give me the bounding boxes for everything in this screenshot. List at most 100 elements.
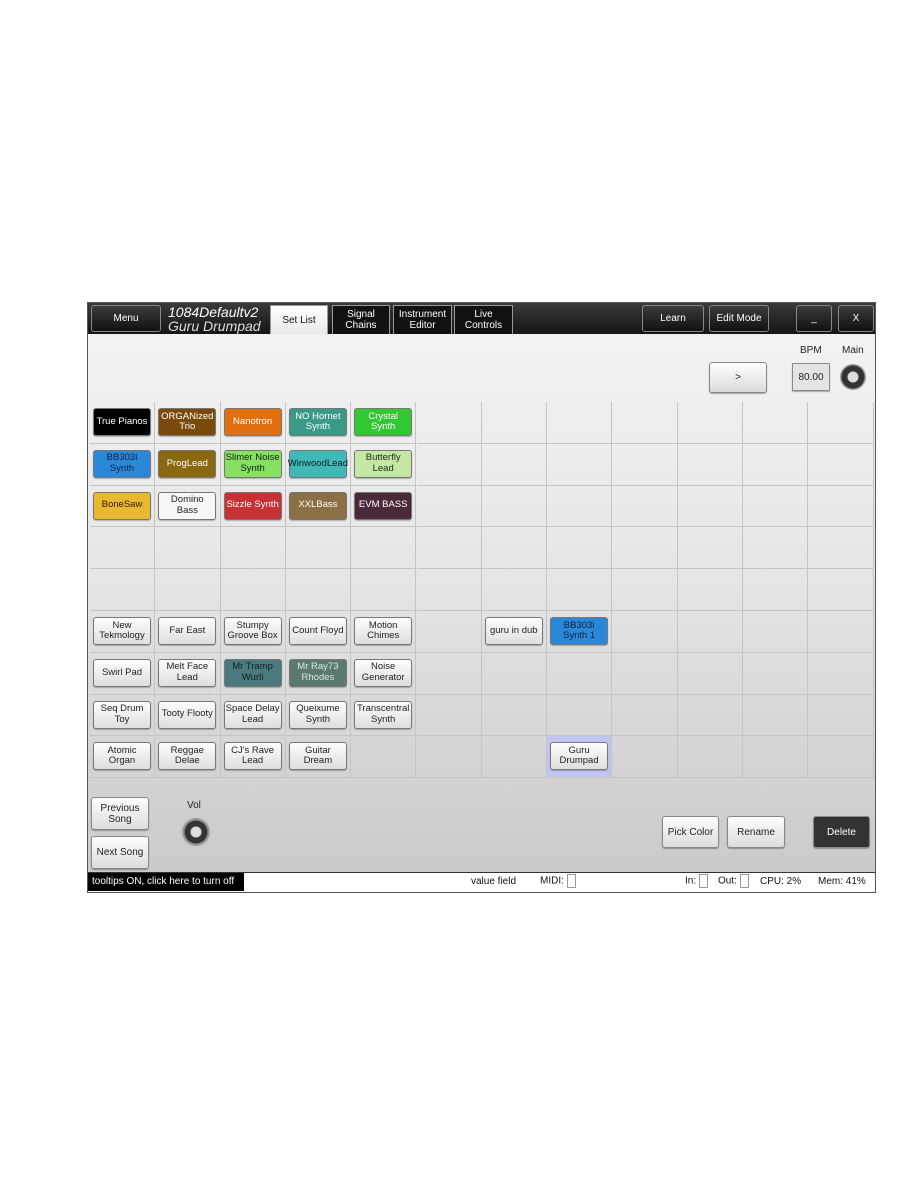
rename-button[interactable]: Rename — [727, 816, 785, 848]
grid-cell[interactable]: CJ's Rave Lead — [220, 736, 286, 779]
grid-cell[interactable] — [612, 485, 678, 528]
song-button[interactable]: Seq Drum Toy — [93, 700, 151, 729]
grid-cell[interactable] — [808, 652, 874, 695]
grid-cell[interactable] — [808, 611, 874, 653]
grid-cell[interactable] — [612, 569, 678, 611]
minimize-button[interactable]: _ — [796, 305, 832, 332]
song-button[interactable]: BoneSaw — [93, 491, 151, 520]
grid-cell[interactable]: Domino Bass — [155, 485, 221, 528]
grid-cell[interactable] — [155, 527, 221, 570]
song-button[interactable]: XXLBass — [288, 491, 347, 520]
song-button[interactable]: Transcentral Synth — [354, 700, 413, 729]
grid-cell[interactable] — [416, 569, 482, 611]
grid-cell[interactable] — [351, 569, 417, 611]
grid-cell[interactable]: Far East — [155, 611, 221, 653]
grid-cell[interactable] — [743, 611, 809, 653]
grid-cell[interactable] — [677, 402, 743, 444]
song-button[interactable]: Butterfly Lead — [354, 449, 413, 478]
grid-cell[interactable]: Noise Generator — [351, 652, 417, 695]
grid-cell[interactable] — [743, 569, 809, 611]
song-button[interactable]: True Pianos — [93, 408, 151, 436]
song-button[interactable]: Space Delay Lead — [223, 700, 282, 729]
grid-cell[interactable] — [481, 527, 548, 570]
grid-cell[interactable] — [743, 652, 809, 695]
grid-cell[interactable] — [677, 652, 743, 695]
grid-cell[interactable] — [612, 402, 678, 444]
grid-cell[interactable] — [677, 569, 743, 611]
grid-cell[interactable]: Swirl Pad — [90, 652, 156, 695]
grid-cell[interactable] — [547, 527, 613, 570]
grid-cell[interactable] — [612, 736, 678, 779]
grid-cell[interactable]: New Tekmology — [90, 611, 156, 653]
grid-cell[interactable]: Nanotron — [220, 402, 286, 444]
grid-cell[interactable] — [612, 443, 678, 486]
grid-cell[interactable]: Sizzle Synth — [220, 485, 286, 528]
grid-cell[interactable] — [547, 694, 613, 737]
song-button[interactable]: New Tekmology — [93, 617, 151, 645]
grid-cell[interactable] — [416, 694, 482, 737]
grid-cell[interactable]: Crystal Synth — [351, 402, 417, 444]
grid-cell[interactable] — [351, 736, 417, 779]
song-button[interactable]: guru in dub — [484, 617, 543, 645]
grid-cell[interactable] — [351, 527, 417, 570]
grid-cell[interactable]: Tooty Flooty — [155, 694, 221, 737]
grid-cell[interactable] — [481, 485, 548, 528]
grid-cell[interactable] — [481, 402, 548, 444]
grid-cell[interactable] — [90, 527, 156, 570]
grid-cell[interactable] — [677, 736, 743, 779]
grid-cell[interactable] — [481, 443, 548, 486]
grid-cell[interactable] — [612, 694, 678, 737]
grid-cell[interactable]: ORGANized Trio — [155, 402, 221, 444]
grid-cell[interactable] — [808, 527, 874, 570]
vol-knob[interactable] — [182, 818, 210, 846]
learn-button[interactable]: Learn — [642, 305, 704, 332]
grid-cell[interactable]: Atomic Organ — [90, 736, 156, 779]
grid-cell[interactable] — [677, 443, 743, 486]
grid-cell[interactable] — [547, 652, 613, 695]
song-button[interactable]: Crystal Synth — [354, 408, 413, 436]
previous-song-button[interactable]: Previous Song — [91, 797, 149, 830]
song-button[interactable]: Noise Generator — [354, 658, 413, 687]
grid-cell[interactable]: Seq Drum Toy — [90, 694, 156, 737]
song-button[interactable]: Count Floyd — [288, 617, 347, 645]
grid-cell[interactable] — [416, 443, 482, 486]
song-button[interactable]: NO Hornet Synth — [288, 408, 347, 436]
grid-cell[interactable] — [416, 611, 482, 653]
song-button[interactable]: Tooty Flooty — [158, 700, 217, 729]
grid-cell[interactable] — [677, 527, 743, 570]
grid-cell[interactable] — [416, 652, 482, 695]
song-button[interactable]: Mr Ray73 Rhodes — [288, 658, 347, 687]
grid-cell[interactable] — [155, 569, 221, 611]
grid-cell[interactable]: True Pianos — [90, 402, 156, 444]
grid-cell[interactable] — [743, 443, 809, 486]
close-button[interactable]: X — [838, 305, 874, 332]
grid-cell[interactable] — [547, 443, 613, 486]
grid-cell[interactable] — [416, 527, 482, 570]
song-button[interactable]: Nanotron — [223, 408, 282, 436]
grid-cell[interactable] — [677, 694, 743, 737]
grid-cell[interactable]: Space Delay Lead — [220, 694, 286, 737]
grid-cell[interactable] — [220, 569, 286, 611]
song-button[interactable]: ProgLead — [158, 449, 217, 478]
grid-cell[interactable]: Guru Drumpad — [547, 736, 613, 779]
song-button[interactable]: Mr Tramp Wurli — [223, 658, 282, 687]
grid-cell[interactable]: Stumpy Groove Box — [220, 611, 286, 653]
grid-cell[interactable] — [808, 569, 874, 611]
song-button[interactable]: BB303i Synth — [93, 449, 151, 478]
song-button[interactable]: Guitar Dream — [288, 742, 347, 771]
grid-cell[interactable]: XXLBass — [285, 485, 352, 528]
bpm-field[interactable]: 80.00 — [792, 363, 830, 391]
song-button[interactable]: Slimer Noise Synth — [223, 449, 282, 478]
grid-cell[interactable] — [481, 652, 548, 695]
grid-cell[interactable]: guru in dub — [481, 611, 548, 653]
tab-instrument-editor[interactable]: Instrument Editor — [393, 305, 452, 334]
song-button[interactable]: BB303i Synth 1 — [550, 617, 609, 645]
grid-cell[interactable]: Mr Ray73 Rhodes — [285, 652, 352, 695]
grid-cell[interactable]: Transcentral Synth — [351, 694, 417, 737]
song-button[interactable]: Melt Face Lead — [158, 658, 217, 687]
grid-cell[interactable] — [90, 569, 156, 611]
grid-cell[interactable] — [677, 611, 743, 653]
delete-button[interactable]: Delete — [813, 816, 870, 848]
grid-cell[interactable] — [416, 736, 482, 779]
grid-cell[interactable]: Count Floyd — [285, 611, 352, 653]
